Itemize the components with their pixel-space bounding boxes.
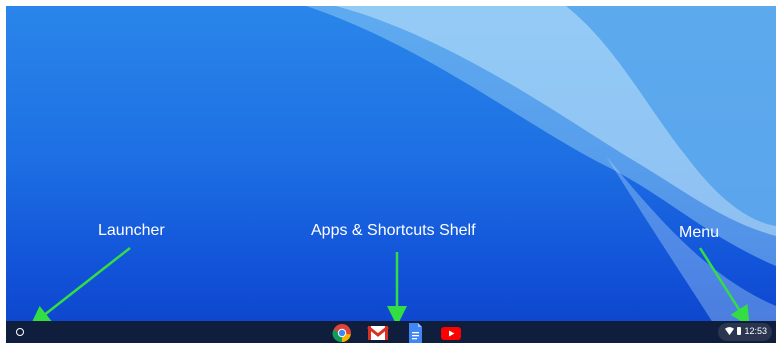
chromeos-desktop: Launcher Apps & Shortcuts Shelf Menu 12:…	[6, 6, 776, 343]
shelf-app-chrome[interactable]	[331, 323, 353, 343]
shelf-annotation: Apps & Shortcuts Shelf	[311, 222, 476, 239]
wifi-icon	[725, 327, 734, 336]
youtube-icon	[441, 327, 461, 340]
wallpaper	[306, 6, 776, 343]
battery-icon	[737, 327, 741, 335]
status-tray-menu[interactable]: 12:53	[718, 323, 772, 341]
chrome-icon	[332, 324, 351, 343]
shelf-app-youtube[interactable]	[440, 323, 462, 343]
shelf: 12:53	[6, 321, 776, 343]
menu-annotation: Menu	[679, 224, 720, 241]
docs-icon	[409, 323, 422, 343]
screenshot-frame: Launcher Apps & Shortcuts Shelf Menu 12:…	[0, 0, 781, 347]
shelf-app-docs[interactable]	[404, 323, 426, 343]
clock: 12:53	[744, 326, 767, 336]
launcher-button[interactable]	[12, 324, 28, 340]
gmail-icon	[367, 325, 389, 340]
shelf-app-gmail[interactable]	[367, 323, 389, 343]
launcher-annotation: Launcher	[98, 222, 165, 239]
